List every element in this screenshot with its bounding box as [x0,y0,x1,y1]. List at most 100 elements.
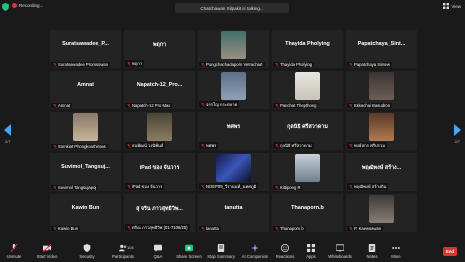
participant-tile[interactable]: Kittipong R [272,153,343,191]
muted-mic-icon [349,143,353,148]
shield-icon [83,244,91,252]
participant-label: Thanaporn.b [273,226,306,231]
participant-label-text: Amnat [58,103,71,108]
participant-tile[interactable]: สุ จริน ภาวสุทธิวิพ... ศรัณ ภาวสุทธิวิพ … [124,194,195,232]
participant-tile[interactable]: Panchat Thepthong [272,71,343,109]
video-off-icon [43,244,51,252]
participant-tile[interactable]: กุลนิธิ ศรีสวาดาม กุลนิธิ ศรีสวาดาม [272,112,343,150]
muted-mic-icon [349,226,353,231]
recording-label: Recording... [19,3,44,8]
participant-tile[interactable]: P. Kaewsawan [346,194,417,232]
participant-label-text: NOEP09_วีรานนท์_นทศภูมิ [206,184,257,189]
unmute-button[interactable]: Unmute [2,244,26,261]
participant-label: พฤฒิพงษ์ สร้างถิน [347,183,389,190]
more-button[interactable]: More [388,244,404,261]
participant-label: จรรโญ กระตลาด [199,101,240,108]
more-label: More [391,254,401,259]
participant-label: พงษ์สกร ศรีปรวม [347,142,387,149]
participant-tile[interactable]: NOEP09_วีรานนท์_นทศภูมิ [198,153,269,191]
participant-label: ทศพร [199,142,219,149]
participant-tile[interactable]: Somkiat Phongkouthiroas [50,112,121,150]
whiteboard-icon [336,244,344,252]
participant-label: กุลนิธิ ศรีสวาดาม [273,142,314,149]
participant-label-text: Thayida Pholying [280,62,313,67]
muted-mic-icon [349,184,353,189]
previous-page-arrow-icon[interactable] [4,124,12,136]
participant-name: พฤกา [152,42,167,48]
participants-button[interactable]: 104 Participants [110,244,136,261]
participant-label: Suvimol Tangsujapoj [51,185,99,190]
participant-name: กุลนิธิ ศรีสวาดาม [287,124,328,130]
participant-tile[interactable]: Amnat Amnat [50,71,121,109]
security-button[interactable]: Security [76,244,98,261]
participant-label: Pungchachadaporn Vetrachart [199,62,265,67]
participant-name: พฤฒิพงษ์ สร้าง... [361,165,402,171]
participant-tile[interactable]: ธนพัฒน์ วงนิพันธ์ [124,112,195,150]
participant-tile[interactable]: Papatchaya_Sint... Papatchaya Sintew [346,30,417,68]
participant-tile[interactable]: iPad ของ จันวาร iPad ของ จันวาร [124,153,195,191]
participant-label: Kawin Bun [51,226,81,231]
stop-summary-button[interactable]: Stop Summary [206,244,236,261]
participant-label-text: ทศพร [206,143,217,148]
participant-tile[interactable]: Thayida Pholying Thayida Pholying [272,30,343,68]
muted-mic-icon [127,184,131,189]
participant-photo [369,72,394,100]
apps-button[interactable]: Apps [304,244,318,261]
participant-tile[interactable]: Suratsawadee_P... Suratsawadee Promsowan [50,30,121,68]
participant-label-text: Pungchachadaporn Vetrachart [206,62,263,67]
participant-label-text: Panchat Thepthong [280,103,317,108]
qa-button[interactable]: Q&A [150,244,166,261]
notes-icon [368,244,376,252]
participant-label-text: Suratsawadee Promsowan [58,62,109,67]
participant-label-text: Papatchaya Sintew [354,62,390,67]
participant-photo [369,113,394,141]
participant-tile[interactable]: พงษ์สกร ศรีปรวม [346,112,417,150]
participant-tile[interactable]: พฤฒิพงษ์ สร้าง... พฤฒิพงษ์ สร้างถิน [346,153,417,191]
start-video-label: Start Video [36,254,58,259]
participant-tile[interactable]: tanutta tanutta [198,194,269,232]
participant-label: NOEP09_วีรานนท์_นทศภูมิ [199,183,259,190]
participant-tile[interactable]: จรรโญ กระตลาด [198,71,269,109]
participant-tile[interactable]: Ekkachai Basudron [346,71,417,109]
participant-name: Thanaporn.b [291,205,324,211]
page-indicator-right: 2/7 [454,139,460,144]
start-video-button[interactable]: Start Video [34,244,60,261]
muted-mic-icon [275,226,279,231]
unmute-label: Unmute [6,254,22,259]
ai-companion-button[interactable]: AI Companion [240,244,270,261]
whiteboards-button[interactable]: Whiteboards [326,244,354,261]
next-page-arrow-icon[interactable] [453,124,461,136]
end-meeting-button[interactable]: End [443,247,457,256]
muted-mic-icon [349,103,353,108]
participant-photo [221,72,246,100]
participant-label: Suratsawadee Promsowan [51,62,111,67]
share-screen-button[interactable]: Share Screen [176,244,202,261]
participant-tile[interactable]: Suvimol_Tangsuj... Suvimol Tangsujapoj [50,153,121,191]
active-speaker-banner: Chatchawan Silpakit is talking... [175,3,289,13]
encryption-shield-icon[interactable] [2,3,9,11]
page-indicator-left: 2/7 [5,139,11,144]
participant-tile[interactable]: Pungchachadaporn Vetrachart [198,30,269,68]
view-button[interactable]: View [443,3,461,9]
muted-mic-icon [127,225,131,230]
participant-label-text: Kawin Bun [58,226,79,231]
notes-button[interactable]: Notes [364,244,380,261]
participant-photo [73,113,98,141]
participant-tile[interactable]: Napatch-12_Pro... Napatch-12 Pro Max [124,71,195,109]
muted-mic-icon [53,185,57,190]
grid-view-icon [443,3,450,9]
participant-tile[interactable]: พฤกา พฤกา [124,30,195,68]
participant-tile[interactable]: ทศพร ทศพร [198,112,269,150]
participant-name: Suvimol_Tangsuj... [61,164,110,170]
muted-mic-icon [201,62,205,67]
participant-tile[interactable]: Thanaporn.b Thanaporn.b [272,194,343,232]
participant-name: Amnat [77,82,94,88]
recording-indicator[interactable]: Recording... [12,3,43,8]
participant-tile[interactable]: Kawin Bun Kawin Bun [50,194,121,232]
reactions-button[interactable]: Reactions [274,244,296,261]
participant-label-text: ศรัณ ภาวสุทธิวิพ (01-7106/25) [132,225,188,230]
participants-icon [119,244,127,252]
participant-label: iPad ของ จันวาร [125,183,165,190]
participant-label-text: iPad ของ จันวาร [132,184,163,189]
participant-name: Thayida Pholying [285,41,330,47]
